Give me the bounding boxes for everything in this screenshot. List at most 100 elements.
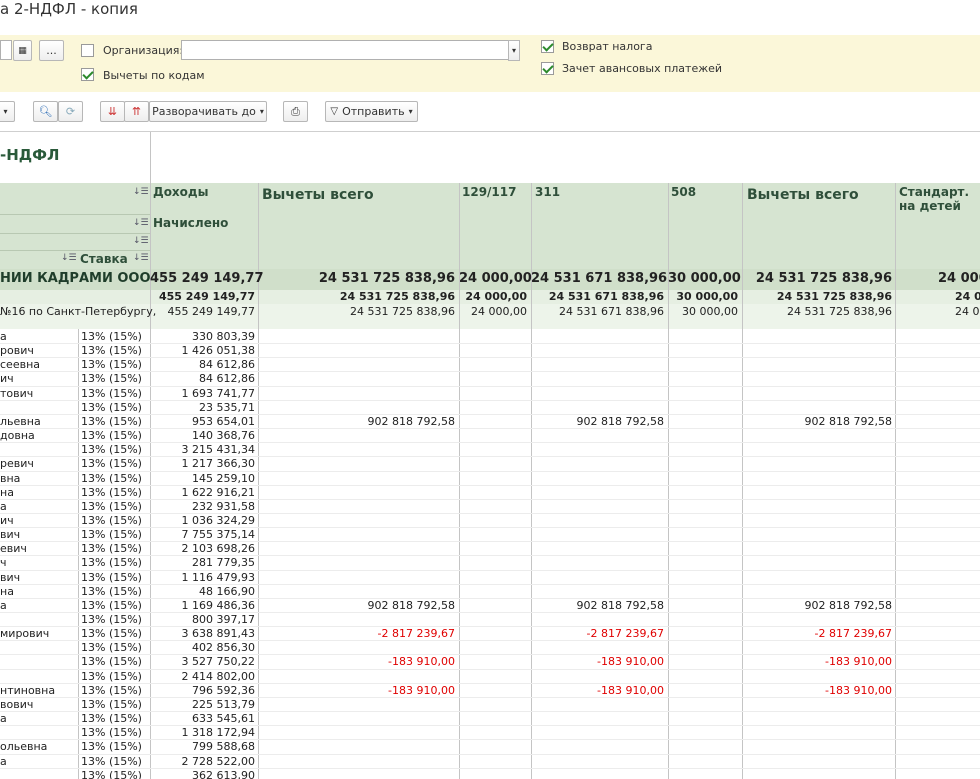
ifns-deductions: 24 531 725 838,96 [350,305,455,318]
chevron-down-icon: ▾ [3,107,8,116]
send-label: Отправить [342,105,405,118]
employee-income: 3 215 431,34 [181,443,255,457]
employee-name: ревич [0,457,34,471]
report-spreadsheet[interactable]: -НДФЛ ↓☰ ↓☰ ↓☰ ↓☰ ↓☰ Доходы Начислено Ст… [0,131,980,779]
employee-income: 48 166,90 [199,584,255,598]
organization-checkbox[interactable] [81,44,94,57]
employee-income: 84 612,86 [199,358,255,372]
sort-icon[interactable]: ↓☰ [133,236,149,246]
employee-income: 3 527 750,22 [181,655,255,669]
sub-std: 24 00 [955,290,980,303]
employee-income: 140 368,76 [192,429,255,443]
select-period-button[interactable]: ... [39,40,64,61]
tax-rate: 13% (15%) [81,627,142,641]
advance-payments-checkbox[interactable] [541,62,554,75]
employee-name: а [0,754,7,768]
advance-payments-label: Зачет авансовых платежей [562,62,723,75]
tax-rate: 13% (15%) [81,386,142,400]
organization-field[interactable] [181,40,509,60]
print-button[interactable]: ⎙ [283,101,308,122]
organization-dropdown-button[interactable]: ▾ [508,40,520,61]
employee-income: 800 397,17 [192,613,255,626]
header-code-508: 508 [671,185,697,199]
tax-refund-checkbox[interactable] [541,40,554,53]
send-button[interactable]: ▽ Отправить ▾ [325,101,418,122]
employee-income: 330 803,39 [192,330,255,343]
tax-rate: 13% (15%) [81,584,142,598]
employee-income: 1 318 172,94 [181,726,255,740]
employee-income: 232 931,58 [192,499,255,513]
ifns-c129: 24 000,00 [471,305,527,318]
tax-rate: 13% (15%) [81,471,142,485]
employee-name: ольевна [0,740,48,754]
search-icon: 🔍︎ [38,105,53,118]
employee-c311: -2 817 239,67 [586,627,664,641]
sub-income: 455 249 149,77 [158,290,255,303]
employee-income: 1 169 486,36 [181,598,255,612]
employee-income: 1 036 324,29 [181,513,255,527]
send-icon: ▽ [330,106,339,117]
organization-label: Организация: [103,44,184,57]
employee-name: а [0,330,7,343]
expand-groups-button[interactable]: ⇈ [124,101,149,122]
date-input[interactable] [0,40,12,60]
sort-icon[interactable]: ↓☰ [133,187,149,197]
employee-name: ч [0,556,7,570]
employee-income: 2 728 522,00 [181,754,255,768]
employee-name: евич [0,542,27,556]
printer-icon: ⎙ [291,104,300,118]
org-c311: 24 531 671 838,96 [531,271,668,286]
ifns-name: №16 по Санкт-Петербургу, [0,305,157,318]
search-button[interactable]: 🔍︎ [33,101,58,122]
sub-deductions-2: 24 531 725 838,96 [776,290,892,303]
tax-rate: 13% (15%) [81,641,142,655]
org-deductions: 24 531 725 838,96 [318,271,455,286]
employee-name: а [0,598,7,612]
tax-rate: 13% (15%) [81,429,142,443]
header-deductions-total-2: Вычеты всего [747,187,859,203]
tax-rate: 13% (15%) [81,754,142,768]
tax-rate: 13% (15%) [81,712,142,726]
employee-income: 3 638 891,43 [181,627,255,641]
org-c508: 30 000,00 [668,271,741,286]
tax-rate: 13% (15%) [81,542,142,556]
employee-income: 633 545,61 [192,712,255,726]
tax-rate: 13% (15%) [81,372,142,386]
sort-icon[interactable]: ↓☰ [61,253,77,263]
calendar-button[interactable]: ▦ [13,40,32,61]
chevron-down-icon: ▾ [511,46,516,55]
employee-income: 145 259,10 [192,471,255,485]
sub-c311: 24 531 671 838,96 [548,290,664,303]
employee-deductions-2: -2 817 239,67 [814,627,892,641]
tax-rate: 13% (15%) [81,513,142,527]
deductions-by-codes-checkbox[interactable] [81,68,94,81]
employee-income: 1 426 051,38 [181,344,255,358]
employee-name: рович [0,344,34,358]
tax-rate: 13% (15%) [81,344,142,358]
header-deductions-total: Вычеты всего [262,187,374,203]
employee-income: 1 116 479,93 [181,570,255,584]
tax-rate: 13% (15%) [81,414,142,428]
org-c129: 24 000,00 [459,271,532,286]
employee-income: 84 612,86 [199,372,255,386]
calendar-icon: ▦ [18,45,27,56]
employee-deductions-2: 902 818 792,58 [804,598,892,612]
employee-c311: -183 910,00 [597,655,664,669]
employee-name: сеевна [0,358,40,372]
sort-icon[interactable]: ↓☰ [133,253,149,263]
cancel-search-icon: ⟳ [65,105,76,118]
employee-deductions-2: -183 910,00 [825,655,892,669]
tax-refund-label: Возврат налога [562,40,653,53]
toolbar-dropdown-button[interactable]: ▾ [0,101,15,122]
employee-name: вна [0,471,21,485]
sort-icon[interactable]: ↓☰ [133,218,149,228]
employee-name: довна [0,429,35,443]
employee-name: ич [0,372,14,386]
employee-c311: -183 910,00 [597,683,664,697]
employee-name: на [0,485,14,499]
cancel-search-button[interactable]: ⟳ [58,101,83,122]
employee-income: 1 693 741,77 [181,386,255,400]
tax-rate: 13% (15%) [81,528,142,542]
expand-to-button[interactable]: Разворачивать до ▾ [149,101,267,122]
collapse-groups-button[interactable]: ⇊ [100,101,125,122]
